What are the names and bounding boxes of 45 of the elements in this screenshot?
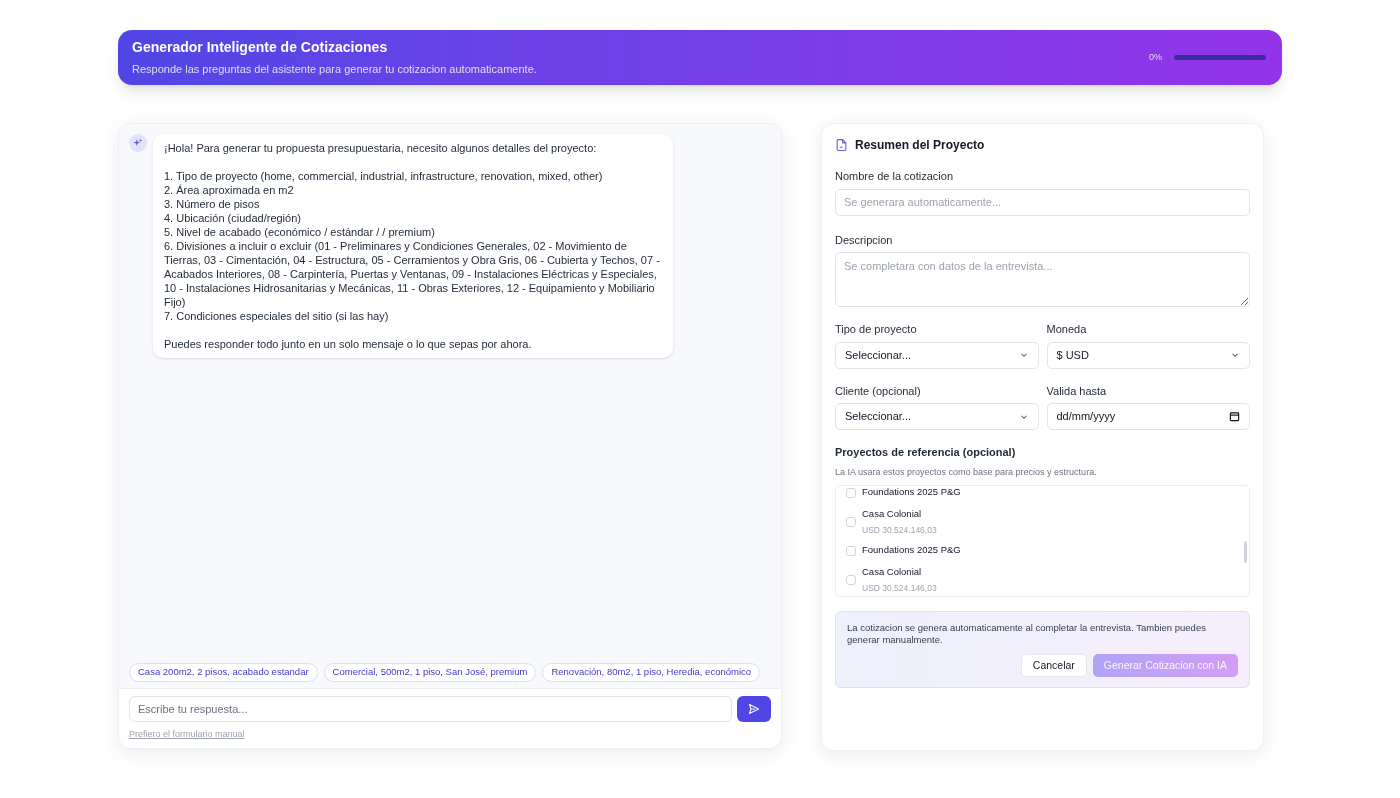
sparkle-icon xyxy=(133,138,143,148)
suggestion-chip[interactable]: Renovación, 80m2, 1 piso, Heredia, económico xyxy=(542,662,761,682)
field-label: Valida hasta xyxy=(1046,383,1108,399)
field-label: Descripcion xyxy=(835,232,894,248)
section-title: Proyectos de referencia (opcional) xyxy=(835,445,1017,460)
date-value: dd/mm/yyyy xyxy=(1056,409,1116,425)
reference-name: Casa Colonial xyxy=(862,564,923,579)
suggestion-chip[interactable]: Comercial, 500m2, 1 piso, San José, premium xyxy=(323,662,537,682)
date-field[interactable]: dd/mm/yyyy xyxy=(1046,403,1250,430)
reference-name: Foundations 2025 P&G xyxy=(862,543,961,558)
select-field[interactable]: $ USD xyxy=(1046,341,1250,369)
select-value: $ USD xyxy=(1056,347,1089,363)
checkbox[interactable] xyxy=(846,516,856,527)
checkbox[interactable] xyxy=(846,487,856,498)
page-subtitle: Responde las preguntas del asistente para generar tu cotizacion automaticamente. xyxy=(132,62,537,78)
send-button[interactable] xyxy=(737,695,771,722)
progress-reading: 0% xyxy=(1149,50,1162,64)
page-title: Generador Inteligente de Cotizaciones xyxy=(132,38,389,58)
panel-title: Resumen del Proyecto xyxy=(855,137,985,154)
checkbox[interactable] xyxy=(846,574,856,585)
cancel-button[interactable]: Cancelar xyxy=(1020,654,1087,677)
scrollbar-thumb[interactable] xyxy=(1244,541,1247,563)
field-label: Cliente (opcional) xyxy=(835,383,922,399)
calendar-icon xyxy=(1229,411,1240,422)
select-value: Seleccionar... xyxy=(845,347,912,363)
select-field[interactable]: Seleccionar... xyxy=(835,403,1039,430)
document-icon xyxy=(835,138,848,152)
send-icon xyxy=(748,702,760,715)
reference-name: Foundations 2025 P&G xyxy=(862,486,961,500)
field-label: Moneda xyxy=(1046,322,1088,337)
checkbox[interactable] xyxy=(846,545,856,556)
field-label: Tipo de proyecto xyxy=(835,322,918,337)
notice-text: La cotizacion se genera automaticamente al completar la entrevista. Tambien puedes generar manualmente. xyxy=(847,622,1207,646)
select-value: Seleccionar... xyxy=(845,409,912,425)
reference-amount: USD 30.524.146,03 xyxy=(862,581,937,595)
select-field[interactable]: Seleccionar... xyxy=(835,341,1039,369)
name-input[interactable]: Se generara automaticamente... xyxy=(835,188,1250,216)
reference-name: Casa Colonial xyxy=(862,506,923,521)
message-input[interactable]: Escribe tu respuesta... xyxy=(129,695,732,722)
section-hint: La IA usara estos proyectos como base para precios y estructura. xyxy=(835,465,1098,479)
message-bubble: ¡Hola! Para generar tu propuesta presupuestaria, necesito algunos detalles del proyecto: 1. Tipo de proyecto (home, commercial, industrial, infrastructure, renovation, mixed, other) 2. Área aproximada en m2 3. Número de pisos 4. Ubicación (ciudad/región) 5. Nivel de acabado (económico / estándar / / premium) 6. Divisiones a incluir o excluir (01 - Preliminares y Condiciones Generales, 02 - Movimiento de Tierras, 03 - Cimentación, 04 - Estructura, 05 - Cerramientos y Obra Gris, 06 - Cubierta y Techos, 07 - Acabados Interiores, 08 - Carpintería, Puertas y Ventanas, 09 - Instalaciones Eléctricas y Especiales, 10 - Instalaciones Hidrosanitarias y Mecánicas, 11 - Obras Exteriores, 12 - Equipamiento y Mobiliario Fijo) 7. Condiciones especiales del sitio (si las hay) Puedes responder todo junto en un solo mensaje o lo que sepas por ahora. xyxy=(153,134,673,358)
suggestion-chip[interactable]: Casa 200m2, 2 pisos, acabado estandar xyxy=(129,662,318,682)
reference-amount: USD 30.524.146,03 xyxy=(862,523,937,537)
field-label: Nombre de la cotizacion xyxy=(835,169,954,184)
description-input[interactable]: Se completara con datos de la entrevista... xyxy=(835,252,1250,307)
